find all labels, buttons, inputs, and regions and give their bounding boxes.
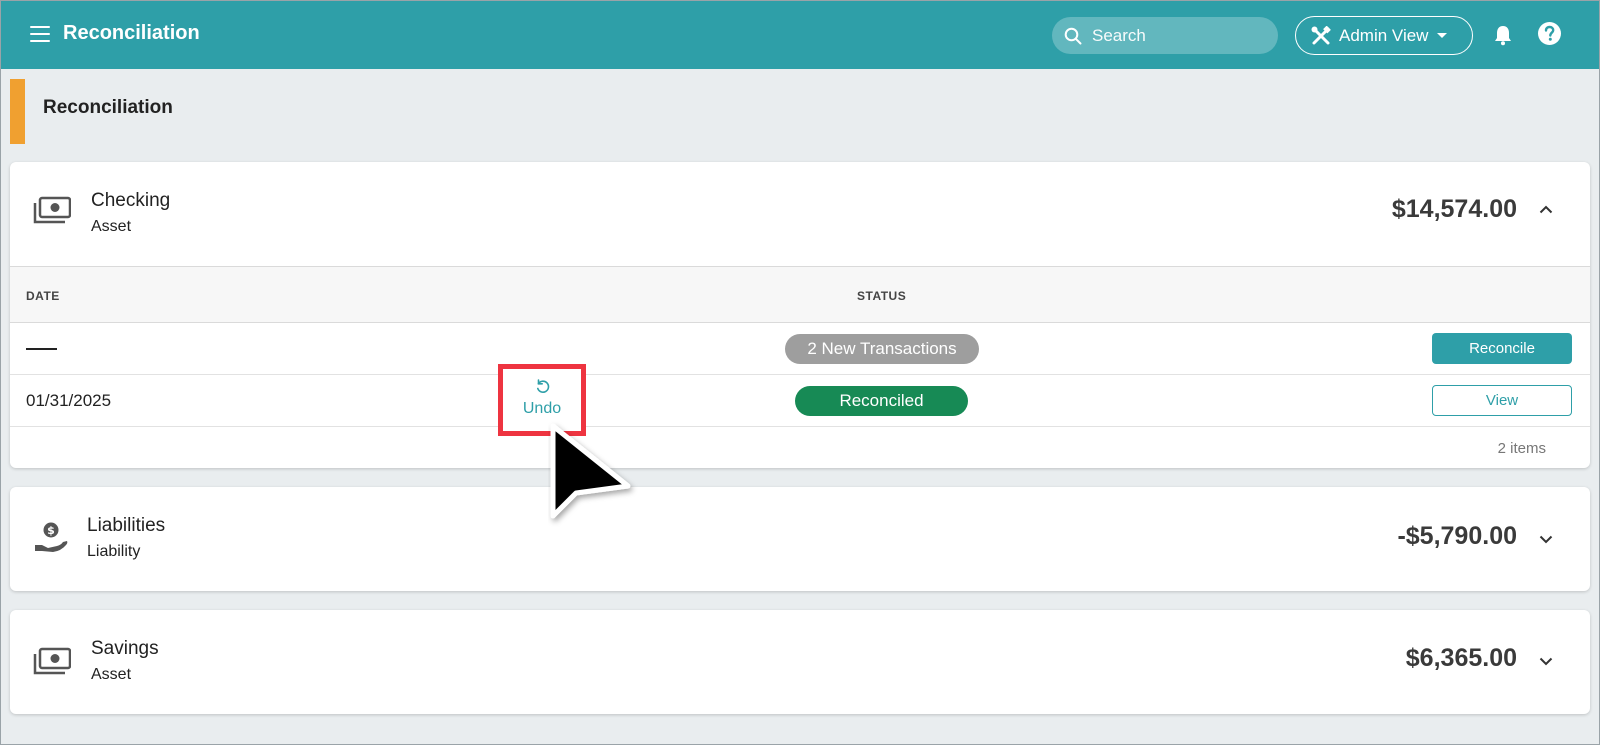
chevron-down-icon xyxy=(1437,33,1448,38)
chevron-down-icon[interactable] xyxy=(1539,657,1553,666)
view-button[interactable]: View xyxy=(1432,385,1572,416)
admin-view-label: Admin View xyxy=(1339,25,1429,45)
account-balance: -$5,790.00 xyxy=(1397,522,1517,550)
top-bar: Reconciliation Admin View xyxy=(0,0,1600,69)
account-balance: $6,365.00 xyxy=(1405,644,1517,672)
money-icon xyxy=(33,196,71,224)
svg-text:$: $ xyxy=(47,524,55,537)
search-icon xyxy=(1064,27,1082,44)
account-header-savings[interactable]: Savings Asset $6,365.00 xyxy=(10,610,1590,714)
account-type: Liability xyxy=(87,543,141,560)
app-title: Reconciliation xyxy=(63,22,200,44)
row-date: 01/31/2025 xyxy=(26,391,112,410)
account-balance: $14,574.00 xyxy=(1391,195,1517,223)
page-title: Reconciliation xyxy=(43,97,173,118)
account-card-checking: Checking Asset $14,574.00 DATE STATUS 2 … xyxy=(10,162,1590,468)
chevron-down-icon[interactable] xyxy=(1539,535,1553,544)
account-type: Asset xyxy=(91,666,132,683)
status-badge-reconciled: Reconciled xyxy=(795,386,968,416)
account-name: Checking xyxy=(91,190,171,211)
bell-icon[interactable] xyxy=(1492,24,1514,51)
search-box[interactable] xyxy=(1052,17,1278,54)
undo-icon xyxy=(537,379,550,393)
money-icon xyxy=(33,647,71,675)
menu-icon[interactable] xyxy=(30,26,50,42)
reconcile-button[interactable]: Reconcile xyxy=(1432,333,1572,364)
undo-label: Undo xyxy=(522,400,562,417)
search-input[interactable] xyxy=(1090,24,1260,47)
page-header: Reconciliation xyxy=(10,79,1590,144)
status-badge-new: 2 New Transactions xyxy=(785,334,979,364)
account-card-savings: Savings Asset $6,365.00 xyxy=(10,610,1590,714)
table-header: DATE STATUS xyxy=(10,266,1590,323)
item-count: 2 items xyxy=(1497,440,1546,457)
account-header-liabilities[interactable]: $ Liabilities Liability -$5,790.00 xyxy=(10,487,1590,591)
account-header-checking[interactable]: Checking Asset $14,574.00 xyxy=(10,162,1590,266)
account-name: Savings xyxy=(91,638,159,659)
table-row: 01/31/2025 Undo Reconciled View xyxy=(10,364,1590,436)
account-card-liabilities: $ Liabilities Liability -$5,790.00 xyxy=(10,487,1590,591)
tools-icon xyxy=(1311,25,1331,44)
account-type: Asset xyxy=(91,218,132,235)
hand-coin-icon: $ xyxy=(35,522,68,552)
help-icon[interactable] xyxy=(1537,21,1562,51)
column-header-date: DATE xyxy=(26,289,60,303)
column-header-status: STATUS xyxy=(857,289,907,303)
chevron-up-icon[interactable] xyxy=(1539,205,1553,214)
header-accent-bar xyxy=(10,79,25,144)
table-footer: 2 items xyxy=(10,427,1590,468)
undo-button[interactable]: Undo xyxy=(498,364,586,436)
account-name: Liabilities xyxy=(87,515,166,536)
empty-date-dash xyxy=(26,348,57,350)
table-row: 2 New Transactions Reconcile xyxy=(10,323,1590,375)
admin-view-button[interactable]: Admin View xyxy=(1295,16,1473,55)
